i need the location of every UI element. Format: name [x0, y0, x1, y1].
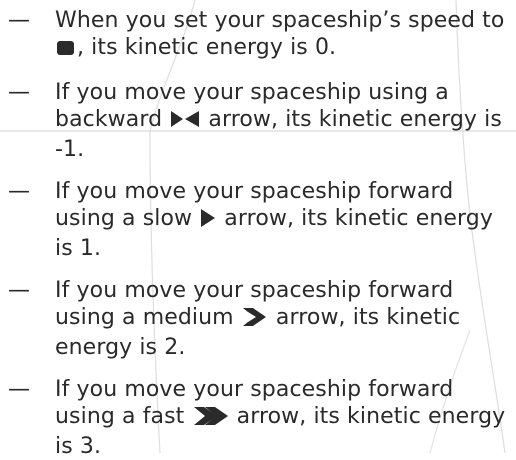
rule-text: If you move your spaceship using a backw… — [55, 79, 511, 163]
bullet-dash: — — [8, 278, 30, 303]
rule-text: If you move your spaceship forward using… — [55, 178, 511, 262]
rule-text: When you set your spaceship’s speed to ,… — [55, 7, 511, 64]
bullet-dash: — — [8, 8, 30, 33]
stop-square-icon — [56, 37, 76, 64]
rule-text: If you move your spaceship forward using… — [55, 277, 511, 361]
medium-arrow-icon — [242, 307, 268, 334]
backward-arrow-icon — [170, 109, 200, 136]
bullet-dash: — — [8, 377, 30, 402]
bullet-dash: — — [8, 179, 30, 204]
slow-arrow-icon — [200, 208, 216, 235]
rule-text-before: When you set your spaceship’s speed to — [55, 8, 505, 33]
fast-arrow-icon — [193, 406, 229, 433]
rule-text-after: , its kinetic energy is 0. — [77, 35, 337, 60]
bullet-dash: — — [8, 80, 30, 105]
rule-text: If you move your spaceship forward using… — [55, 376, 511, 460]
